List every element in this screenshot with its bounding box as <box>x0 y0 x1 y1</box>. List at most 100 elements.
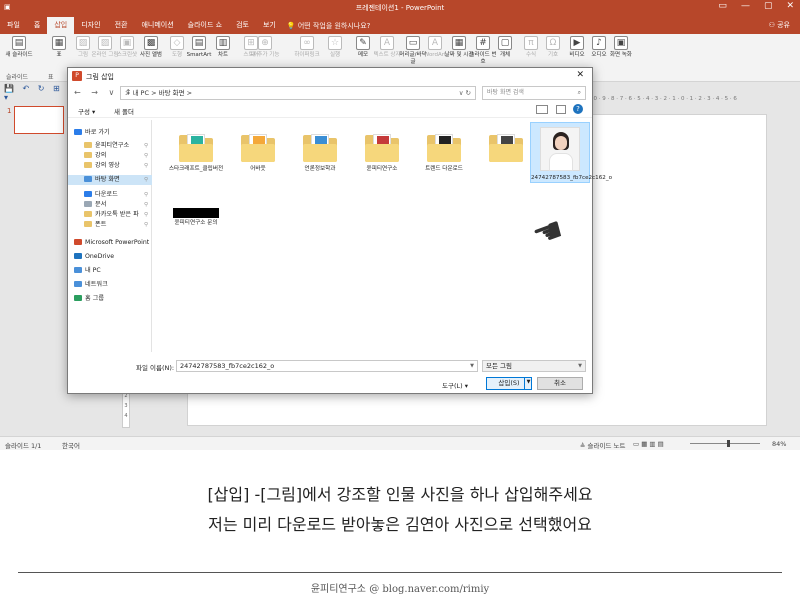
folder-item[interactable]: 스타크래프트_클립버전 <box>166 134 226 173</box>
nav-item-5[interactable]: 다운로드 ⚲ <box>68 190 152 200</box>
folder-front <box>241 144 275 162</box>
nav-item-8[interactable]: 폰트 ⚲ <box>68 220 152 230</box>
nav-item-13[interactable]: 홈 그룹 <box>68 294 152 304</box>
nav-item-label: OneDrive <box>85 253 115 260</box>
share-button[interactable]: ⚇ 공유 <box>769 17 790 34</box>
tab-1[interactable]: 홈 <box>27 17 47 34</box>
folder-item[interactable]: 어바웃 <box>228 134 288 173</box>
folder-item[interactable]: 언론정보학과 <box>290 134 350 173</box>
lightbulb-icon: 💡 <box>286 21 298 30</box>
dialog-close-icon[interactable]: ✕ <box>576 70 584 80</box>
preview-pane-icon[interactable] <box>556 105 566 114</box>
ribbon-button-8[interactable]: ▥ 차트 <box>208 36 238 59</box>
folder-icon <box>427 134 461 162</box>
organize-button[interactable]: 구성 ▾ <box>78 106 95 116</box>
refresh-icon[interactable]: ∨ ↻ <box>459 87 471 99</box>
nav-item-12[interactable]: 네트워크 <box>68 280 152 290</box>
ribbon-button-24[interactable]: ▣ 화면 녹화 <box>606 36 636 59</box>
online-picture-icon: ▨ <box>98 36 112 50</box>
ribbon-display-icon[interactable]: ▭ <box>718 1 727 11</box>
folder-item[interactable] <box>476 134 536 166</box>
nav-item-label: 홈 그룹 <box>85 295 105 302</box>
nav-item-10[interactable]: OneDrive <box>68 252 152 262</box>
powerpoint-screenshot: ▣ 프레젠테이션1 - PowerPoint ▭ — ▢ ✕ 파일 홈 삽입 디자인 전… <box>0 0 800 450</box>
tab-2[interactable]: 삽입 <box>47 17 75 34</box>
zoom-slider-thumb[interactable] <box>727 440 730 447</box>
dialog-buttons: 도구(L) ▾ 삽입(S) ▼ 취소 <box>68 376 592 392</box>
header-footer-icon: ▭ <box>406 36 420 50</box>
folder-item[interactable]: 윤피티연구소 <box>352 134 412 173</box>
filetype-select[interactable]: 모든 그림 ▼ <box>482 360 586 372</box>
ribbon-button-10[interactable]: ⊕ 내 추가 기능 <box>250 36 280 59</box>
ribbon-button-12[interactable]: ☆ 실행 <box>320 36 350 59</box>
ribbon-tabs: 파일 홈 삽입 디자인 전환 애니메이션 슬라이드 쇼 검토 보기 💡 어떤 작업을 원하시나요?… <box>0 17 800 34</box>
tab-6[interactable]: 슬라이드 쇼 <box>181 17 229 34</box>
nav-item-11[interactable]: 내 PC <box>68 266 152 276</box>
ribbon-button-0[interactable]: ▤ 새 슬라이드 <box>4 36 34 59</box>
divider <box>18 572 782 573</box>
address-bar[interactable]: > 내 PC > 바탕 화면 > ∨ ↻ <box>120 86 476 100</box>
ribbon-button-label: 화면 녹화 <box>610 52 632 58</box>
zoom-slider[interactable] <box>690 443 760 444</box>
dialog-title-bar: P 그림 삽입 ✕ <box>68 68 592 84</box>
tab-4[interactable]: 전환 <box>108 17 135 34</box>
view-buttons[interactable]: ▭ ▦ ▥ ▤ <box>633 440 664 448</box>
folder-icon <box>179 134 213 162</box>
tab-7[interactable]: 검토 <box>229 17 256 34</box>
minimize-icon[interactable]: — <box>741 1 750 11</box>
file-list: ☚ 스타크래프트_클립버전 어바웃 언론정보학과 윤피티연구소 트렌드 다운로드 2474… <box>158 120 612 352</box>
status-bar: 슬라이드 1/1 한국어 ≜ 슬라이드 노트 ▭ ▦ ▥ ▤ 84% <box>0 436 800 450</box>
folder-item[interactable]: 윤피티연구소 문의 <box>166 208 226 227</box>
filename-label: 파일 이름(N): <box>136 364 175 372</box>
tab-8[interactable]: 보기 <box>256 17 283 34</box>
tell-me-box[interactable]: 💡 어떤 작업을 원하시나요? <box>287 21 371 31</box>
image-file[interactable]: 24742787583_fb7ce2c162_o <box>530 122 612 183</box>
ribbon-button-label: 메모 <box>357 52 369 58</box>
nav-item-9[interactable]: Microsoft PowerPoint <box>68 238 152 248</box>
folder-icon <box>84 152 92 158</box>
new-folder-button[interactable]: 새 폴더 <box>114 106 134 116</box>
window-title: 프레젠테이션1 - PowerPoint <box>355 4 445 12</box>
nav-item-0[interactable]: 바로 가기 <box>68 128 152 138</box>
close-icon[interactable]: ✕ <box>786 1 794 11</box>
chevron-down-icon: ▼ <box>578 363 582 369</box>
pin-icon: ⚲ <box>143 143 148 149</box>
nav-item-3[interactable]: 강의 영상 ⚲ <box>68 161 152 171</box>
navigation-pane: 바로 가기 윤피티연구소 ⚲ 강의 ⚲ 강의 영상 ⚲ 바탕 화면 ⚲ 다운로드 ⚲ 문서 ⚲ 카카오톡 … <box>68 120 152 352</box>
folder-icon <box>365 134 399 162</box>
maximize-icon[interactable]: ▢ <box>764 1 773 11</box>
ribbon-button-label: 개체 <box>499 52 511 58</box>
tab-0[interactable]: 파일 <box>0 17 27 34</box>
folder-item[interactable]: 트렌드 다운로드 <box>414 134 474 173</box>
tools-button[interactable]: 도구(L) ▾ <box>442 380 468 390</box>
nav-item-7[interactable]: 카카오톡 받은 파 ⚲ <box>68 210 152 220</box>
zoom-level[interactable]: 84% <box>772 440 786 448</box>
folder-icon <box>84 176 92 182</box>
help-icon[interactable]: ? <box>573 104 583 114</box>
notes-button[interactable]: ≜ 슬라이드 노트 <box>580 440 625 450</box>
slide-thumbnail[interactable] <box>14 106 64 134</box>
ribbon-button-label: 표 <box>56 52 62 58</box>
horizontal-ruler: 10 · 9 · 8 · 7 · 6 · 5 · 4 · 3 · 2 · 1 ·… <box>590 96 737 102</box>
nav-item-6[interactable]: 문서 ⚲ <box>68 200 152 210</box>
chevron-down-icon[interactable]: ▼ <box>470 361 474 371</box>
quick-access-toolbar[interactable]: 💾 ↶ ↻ ⊞ ▾ <box>4 84 68 102</box>
nav-item-1[interactable]: 윤피티연구소 ⚲ <box>68 141 152 151</box>
pin-icon: ⚲ <box>143 163 148 169</box>
nav-item-label: 카카오톡 받은 파 <box>95 211 139 218</box>
folder-icon <box>74 295 82 301</box>
ribbon-button-11[interactable]: ∞ 하이퍼링크 <box>292 36 322 59</box>
insert-dropdown-icon[interactable]: ▼ <box>524 377 532 390</box>
window-controls: ▭ — ▢ ✕ <box>718 1 794 11</box>
tab-5[interactable]: 애니메이션 <box>134 17 180 34</box>
view-options-icon[interactable] <box>536 105 548 114</box>
filename-input[interactable]: 24742787583_fb7ce2c162_o ▼ <box>176 360 478 372</box>
slide-thumbnail-pane: 💾 ↶ ↻ ⊞ ▾ 1 <box>0 82 68 436</box>
tab-3[interactable]: 디자인 <box>74 17 107 34</box>
nav-item-2[interactable]: 강의 ⚲ <box>68 151 152 161</box>
pin-icon: ⚲ <box>143 192 148 198</box>
nav-item-4[interactable]: 바탕 화면 ⚲ <box>68 175 152 185</box>
search-input[interactable]: 바탕 화면 검색 ⌕ <box>482 86 586 100</box>
cancel-button[interactable]: 취소 <box>537 377 583 390</box>
nav-item-label: 강의 <box>95 152 107 159</box>
